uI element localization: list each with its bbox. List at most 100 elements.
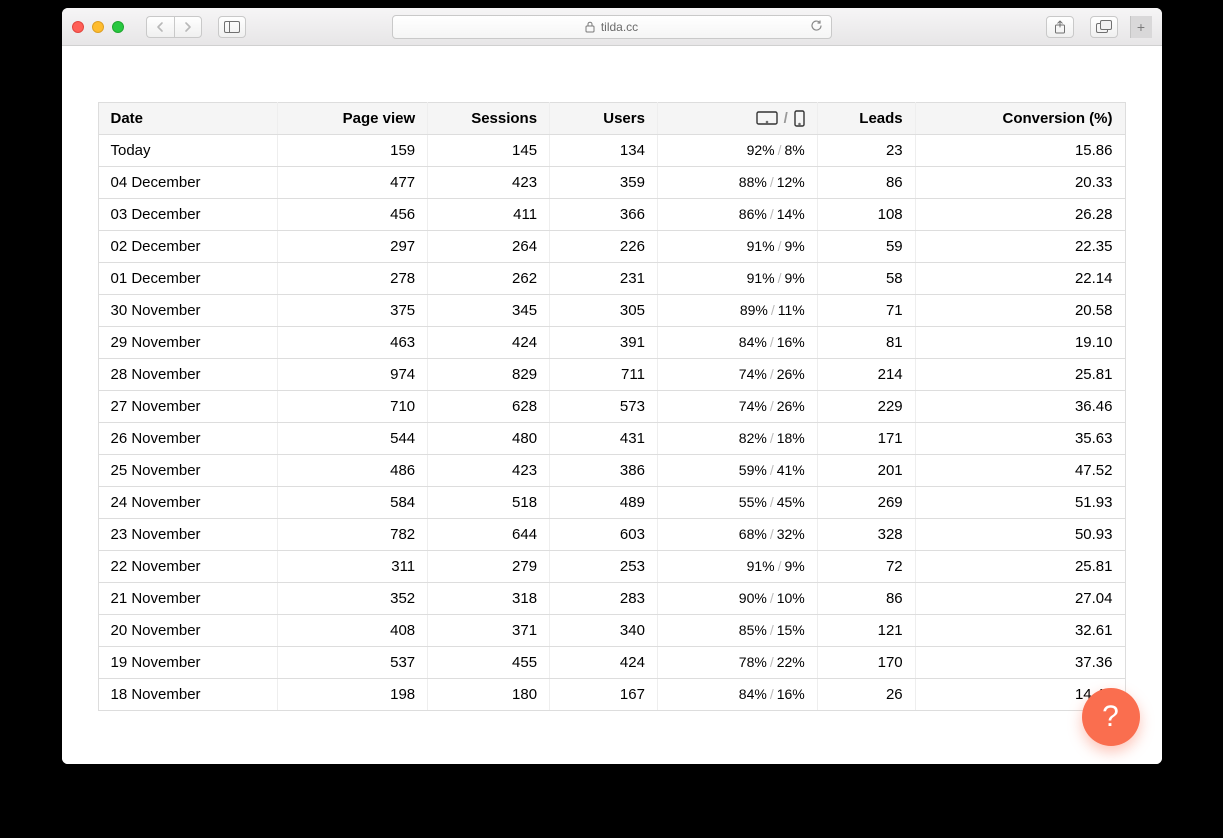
cell-sessions: 371 <box>428 615 550 647</box>
cell-leads: 86 <box>817 167 915 199</box>
cell-page-view: 408 <box>278 615 428 647</box>
cell-date: 24 November <box>98 487 278 519</box>
cell-users: 573 <box>550 391 658 423</box>
cell-page-view: 456 <box>278 199 428 231</box>
table-row[interactable]: 24 November58451848955%/45%26951.93 <box>98 487 1125 519</box>
cell-users: 305 <box>550 295 658 327</box>
mobile-icon <box>794 110 805 127</box>
lock-icon <box>585 21 595 33</box>
tabs-button[interactable] <box>1090 16 1118 38</box>
cell-leads: 171 <box>817 423 915 455</box>
minimize-window-button[interactable] <box>92 21 104 33</box>
url-host: tilda.cc <box>601 20 638 34</box>
table-row[interactable]: 21 November35231828390%/10%8627.04 <box>98 583 1125 615</box>
question-icon: ? <box>1102 700 1119 734</box>
cell-sessions: 345 <box>428 295 550 327</box>
cell-conversion: 25.81 <box>915 551 1125 583</box>
cell-device-split: 55%/45% <box>657 487 817 519</box>
cell-page-view: 486 <box>278 455 428 487</box>
cell-page-view: 710 <box>278 391 428 423</box>
cell-conversion: 19.10 <box>915 327 1125 359</box>
cell-conversion: 20.33 <box>915 167 1125 199</box>
cell-conversion: 36.46 <box>915 391 1125 423</box>
table-row[interactable]: 03 December45641136686%/14%10826.28 <box>98 199 1125 231</box>
zoom-window-button[interactable] <box>112 21 124 33</box>
cell-sessions: 423 <box>428 455 550 487</box>
close-window-button[interactable] <box>72 21 84 33</box>
cell-page-view: 782 <box>278 519 428 551</box>
table-header-row: Date Page view Sessions Users / <box>98 103 1125 135</box>
col-header-device-split[interactable]: / <box>657 103 817 135</box>
cell-device-split: 91%/9% <box>657 263 817 295</box>
col-header-conversion[interactable]: Conversion (%) <box>915 103 1125 135</box>
cell-users: 391 <box>550 327 658 359</box>
cell-conversion: 51.93 <box>915 487 1125 519</box>
cell-page-view: 584 <box>278 487 428 519</box>
back-button[interactable] <box>146 16 174 38</box>
cell-users: 134 <box>550 135 658 167</box>
cell-page-view: 311 <box>278 551 428 583</box>
forward-button[interactable] <box>174 16 202 38</box>
cell-sessions: 145 <box>428 135 550 167</box>
cell-date: 01 December <box>98 263 278 295</box>
col-header-leads[interactable]: Leads <box>817 103 915 135</box>
table-row[interactable]: 02 December29726422691%/9%5922.35 <box>98 231 1125 263</box>
help-button[interactable]: ? <box>1082 688 1140 746</box>
cell-page-view: 974 <box>278 359 428 391</box>
cell-date: 23 November <box>98 519 278 551</box>
cell-sessions: 644 <box>428 519 550 551</box>
browser-window: tilda.cc + <box>62 8 1162 764</box>
cell-device-split: 92%/8% <box>657 135 817 167</box>
table-row[interactable]: 20 November40837134085%/15%12132.61 <box>98 615 1125 647</box>
new-tab-button[interactable]: + <box>1130 16 1152 38</box>
cell-sessions: 318 <box>428 583 550 615</box>
cell-users: 253 <box>550 551 658 583</box>
address-bar[interactable]: tilda.cc <box>392 15 832 39</box>
sidebar-toggle-button[interactable] <box>218 16 246 38</box>
cell-device-split: 89%/11% <box>657 295 817 327</box>
table-row[interactable]: 22 November31127925391%/9%7225.81 <box>98 551 1125 583</box>
col-header-date[interactable]: Date <box>98 103 278 135</box>
reload-button[interactable] <box>810 19 823 35</box>
cell-page-view: 198 <box>278 679 428 711</box>
table-row[interactable]: 19 November53745542478%/22%17037.36 <box>98 647 1125 679</box>
col-header-sessions[interactable]: Sessions <box>428 103 550 135</box>
chevron-right-icon <box>183 21 192 33</box>
cell-leads: 23 <box>817 135 915 167</box>
cell-date: Today <box>98 135 278 167</box>
cell-leads: 26 <box>817 679 915 711</box>
cell-sessions: 180 <box>428 679 550 711</box>
table-row[interactable]: 23 November78264460368%/32%32850.93 <box>98 519 1125 551</box>
cell-page-view: 159 <box>278 135 428 167</box>
col-header-users[interactable]: Users <box>550 103 658 135</box>
table-row[interactable]: 01 December27826223191%/9%5822.14 <box>98 263 1125 295</box>
table-row[interactable]: 25 November48642338659%/41%20147.52 <box>98 455 1125 487</box>
table-row[interactable]: 18 November19818016784%/16%2614.44 <box>98 679 1125 711</box>
cell-device-split: 68%/32% <box>657 519 817 551</box>
cell-date: 02 December <box>98 231 278 263</box>
stats-table: Date Page view Sessions Users / <box>98 102 1126 711</box>
table-row[interactable]: 04 December47742335988%/12%8620.33 <box>98 167 1125 199</box>
cell-leads: 71 <box>817 295 915 327</box>
table-row[interactable]: 29 November46342439184%/16%8119.10 <box>98 327 1125 359</box>
cell-sessions: 480 <box>428 423 550 455</box>
table-row[interactable]: 30 November37534530589%/11%7120.58 <box>98 295 1125 327</box>
cell-device-split: 85%/15% <box>657 615 817 647</box>
cell-users: 603 <box>550 519 658 551</box>
cell-conversion: 25.81 <box>915 359 1125 391</box>
cell-device-split: 84%/16% <box>657 679 817 711</box>
cell-conversion: 22.35 <box>915 231 1125 263</box>
cell-sessions: 264 <box>428 231 550 263</box>
chevron-left-icon <box>156 21 165 33</box>
cell-sessions: 424 <box>428 327 550 359</box>
cell-leads: 269 <box>817 487 915 519</box>
col-header-page-view[interactable]: Page view <box>278 103 428 135</box>
share-button[interactable] <box>1046 16 1074 38</box>
cell-date: 20 November <box>98 615 278 647</box>
table-row[interactable]: Today15914513492%/8%2315.86 <box>98 135 1125 167</box>
table-row[interactable]: 27 November71062857374%/26%22936.46 <box>98 391 1125 423</box>
cell-conversion: 26.28 <box>915 199 1125 231</box>
table-row[interactable]: 26 November54448043182%/18%17135.63 <box>98 423 1125 455</box>
table-row[interactable]: 28 November97482971174%/26%21425.81 <box>98 359 1125 391</box>
share-icon <box>1054 20 1066 34</box>
